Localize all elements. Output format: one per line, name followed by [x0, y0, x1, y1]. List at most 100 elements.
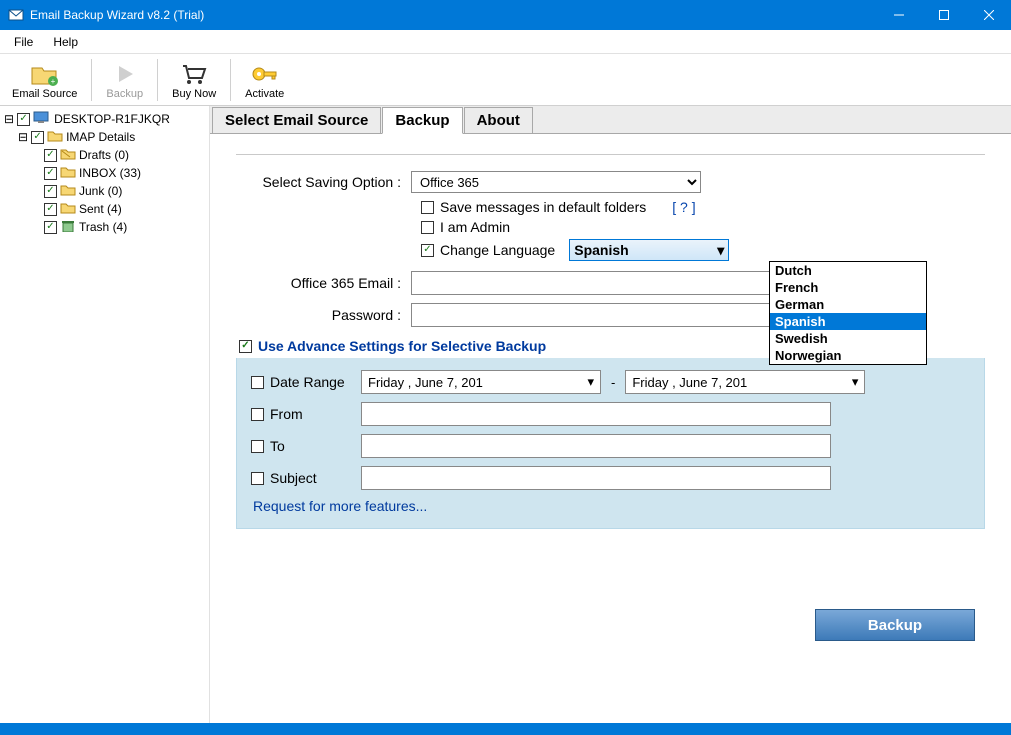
advance-checkbox[interactable]: [239, 340, 252, 353]
subject-input[interactable]: [361, 466, 831, 490]
tab-backup[interactable]: Backup: [382, 107, 462, 134]
password-label: Password :: [236, 307, 411, 323]
tree-label: INBOX (33): [79, 166, 141, 180]
help-link[interactable]: [ ? ]: [672, 199, 695, 215]
language-option[interactable]: Swedish: [770, 330, 926, 347]
tree-imap[interactable]: ⊟ IMAP Details: [2, 128, 207, 146]
date-to-input[interactable]: Friday , June 7, 201▾: [625, 370, 865, 394]
divider: [236, 154, 985, 155]
language-label: Change Language: [440, 242, 555, 258]
tree-folder[interactable]: Drafts (0): [2, 146, 207, 164]
checkbox[interactable]: [44, 149, 57, 162]
saving-option-row: Select Saving Option : Office 365: [236, 171, 985, 193]
save-default-checkbox[interactable]: [421, 201, 434, 214]
buy-now-button[interactable]: Buy Now: [166, 56, 222, 104]
language-checkbox[interactable]: [421, 244, 434, 257]
folder-icon: [60, 201, 76, 217]
save-default-label: Save messages in default folders: [440, 199, 646, 215]
checkbox[interactable]: [44, 221, 57, 234]
statusbar: [0, 723, 1011, 735]
language-option[interactable]: German: [770, 296, 926, 313]
language-option[interactable]: Norwegian: [770, 347, 926, 364]
chevron-down-icon: ▾: [587, 374, 594, 390]
chevron-down-icon: ▾: [717, 242, 724, 259]
from-checkbox[interactable]: [251, 408, 264, 421]
checkbox[interactable]: [44, 185, 57, 198]
subject-label: Subject: [270, 470, 317, 486]
email-label: Office 365 Email :: [236, 275, 411, 291]
cart-icon: [180, 60, 208, 88]
svg-text:+: +: [50, 77, 55, 86]
menu-file[interactable]: File: [4, 33, 43, 51]
folder-icon: [60, 183, 76, 199]
from-input[interactable]: [361, 402, 831, 426]
language-option[interactable]: French: [770, 279, 926, 296]
checkbox[interactable]: [17, 113, 30, 126]
language-selected: Spanish: [574, 242, 628, 258]
close-button[interactable]: [966, 0, 1011, 30]
saving-option-select[interactable]: Office 365: [411, 171, 701, 193]
activate-button[interactable]: Activate: [239, 56, 290, 104]
menubar: File Help: [0, 30, 1011, 54]
tree-folder[interactable]: Sent (4): [2, 200, 207, 218]
to-label: To: [270, 438, 285, 454]
collapse-icon[interactable]: ⊟: [4, 112, 14, 126]
date-range-row: Date Range Friday , June 7, 201▾ - Frida…: [251, 370, 970, 394]
email-source-button[interactable]: + Email Source: [6, 56, 83, 104]
advance-settings-box: Use Advance Settings for Selective Backu…: [236, 345, 985, 529]
tree-folder[interactable]: Junk (0): [2, 182, 207, 200]
admin-label: I am Admin: [440, 219, 510, 235]
admin-checkbox[interactable]: [421, 221, 434, 234]
checkbox[interactable]: [31, 131, 44, 144]
request-features-link[interactable]: Request for more features...: [253, 498, 970, 514]
to-input[interactable]: [361, 434, 831, 458]
checkbox[interactable]: [44, 167, 57, 180]
toolbar-label: Backup: [106, 88, 143, 100]
date-value: Friday , June 7, 201: [368, 375, 483, 390]
content-pane: Select Email Source Backup About Select …: [210, 106, 1011, 723]
maximize-button[interactable]: [921, 0, 966, 30]
date-separator: -: [611, 375, 615, 390]
checkbox[interactable]: [44, 203, 57, 216]
language-option[interactable]: Dutch: [770, 262, 926, 279]
tree-label: Junk (0): [79, 184, 122, 198]
titlebar: Email Backup Wizard v8.2 (Trial): [0, 0, 1011, 30]
computer-icon: [33, 111, 51, 127]
tree-label: Trash (4): [79, 220, 127, 234]
language-option[interactable]: Spanish: [770, 313, 926, 330]
folder-icon: [47, 129, 63, 145]
tree-label: IMAP Details: [66, 130, 135, 144]
tree-label: Drafts (0): [79, 148, 129, 162]
app-icon: [8, 7, 24, 23]
tree-folder[interactable]: Trash (4): [2, 218, 207, 236]
date-from-input[interactable]: Friday , June 7, 201 ▾: [361, 370, 601, 394]
folder-icon: [60, 147, 76, 163]
tab-strip: Select Email Source Backup About: [210, 106, 1011, 134]
tree-label: DESKTOP-R1FJKQR: [54, 112, 170, 126]
backup-button[interactable]: Backup: [100, 56, 149, 104]
window-title: Email Backup Wizard v8.2 (Trial): [30, 8, 876, 22]
admin-row: I am Admin: [421, 219, 985, 235]
tree-root[interactable]: ⊟ DESKTOP-R1FJKQR: [2, 110, 207, 128]
tab-select-source[interactable]: Select Email Source: [212, 107, 381, 133]
save-default-row: Save messages in default folders [ ? ]: [421, 199, 985, 215]
backup-submit-button[interactable]: Backup: [815, 609, 975, 641]
saving-option-label: Select Saving Option :: [236, 174, 411, 190]
main-area: ⊟ DESKTOP-R1FJKQR ⊟ IMAP Details Drafts …: [0, 106, 1011, 723]
minimize-button[interactable]: [876, 0, 921, 30]
date-range-checkbox[interactable]: [251, 376, 264, 389]
to-row: To: [251, 434, 970, 458]
trash-icon: [60, 219, 76, 235]
subject-checkbox[interactable]: [251, 472, 264, 485]
play-icon: [113, 60, 137, 88]
tree-folder[interactable]: INBOX (33): [2, 164, 207, 182]
tab-about[interactable]: About: [464, 107, 533, 133]
to-checkbox[interactable]: [251, 440, 264, 453]
menu-help[interactable]: Help: [43, 33, 88, 51]
collapse-icon[interactable]: ⊟: [18, 130, 28, 144]
language-dropdown[interactable]: Dutch French German Spanish Swedish Norw…: [769, 261, 927, 365]
toolbar-label: Activate: [245, 88, 284, 100]
language-select[interactable]: Spanish ▾: [569, 239, 729, 261]
chevron-down-icon: ▾: [852, 374, 859, 390]
subject-row: Subject: [251, 466, 970, 490]
